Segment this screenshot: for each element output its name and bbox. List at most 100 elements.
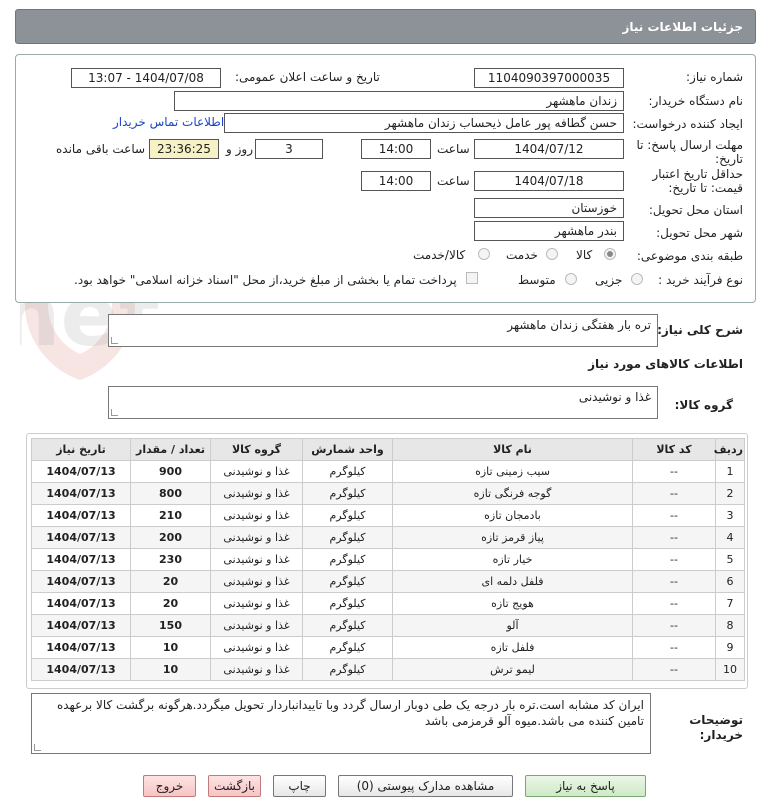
- row-number-cell: 7: [715, 592, 745, 615]
- unit-cell: کیلوگرم: [302, 614, 393, 637]
- table-row[interactable]: 6 -- فلفل دلمه ای کیلوگرم غذا و نوشیدنی 20 140…: [31, 570, 745, 593]
- table-row[interactable]: 10 -- لیمو ترش کیلوگرم غذا و نوشیدنی 10 1404/0…: [31, 658, 745, 681]
- reply-deadline-label: مهلت ارسال پاسخ: تا تاریخ:: [636, 138, 743, 166]
- category-radio-service[interactable]: [546, 248, 558, 260]
- price-validity-time-label: ساعت: [437, 174, 470, 188]
- description-textarea[interactable]: تره بار هفتگی زندان ماهشهر: [108, 314, 658, 347]
- category-radio-goods-service[interactable]: [478, 248, 490, 260]
- items-table: ردیف کد کالا نام کالا واحد شمارش گروه کا…: [31, 438, 745, 681]
- buyer-org-field[interactable]: زندان ماهشهر: [174, 91, 624, 111]
- table-row[interactable]: 2 -- گوجه فرنگی تازه کیلوگرم غذا و نوشیدنی 80…: [31, 482, 745, 505]
- treasury-payment-note: پرداخت تمام یا بخشی از مبلغ خرید،از محل …: [74, 273, 457, 287]
- group-cell: غذا و نوشیدنی: [210, 570, 303, 593]
- col-header-code[interactable]: کد کالا: [632, 438, 716, 461]
- item-code-cell: --: [632, 526, 716, 549]
- goods-group-textarea[interactable]: غذا و نوشیدنی: [108, 386, 658, 419]
- item-name-cell: خیار تازه: [392, 548, 633, 571]
- row-number-cell: 3: [715, 504, 745, 527]
- province-field[interactable]: خوزستان: [474, 198, 624, 218]
- item-name-cell: آلو: [392, 614, 633, 637]
- category-radio-goods[interactable]: [604, 248, 616, 260]
- col-header-date[interactable]: تاریخ نیاز: [31, 438, 131, 461]
- row-number-cell: 4: [715, 526, 745, 549]
- category-option-service: خدمت: [506, 248, 538, 262]
- reply-deadline-time[interactable]: 14:00: [361, 139, 431, 159]
- quantity-cell: 900: [130, 460, 211, 483]
- col-header-quantity[interactable]: تعداد / مقدار: [130, 438, 211, 461]
- table-row[interactable]: 3 -- بادمجان تازه کیلوگرم غذا و نوشیدنی 210 14…: [31, 504, 745, 527]
- quantity-cell: 800: [130, 482, 211, 505]
- need-date-cell: 1404/07/13: [31, 570, 131, 593]
- back-button[interactable]: بازگشت: [208, 775, 261, 797]
- need-number-field[interactable]: 1104090397000035: [474, 68, 624, 88]
- table-row[interactable]: 8 -- آلو کیلوگرم غذا و نوشیدنی 150 1404/07/13: [31, 614, 745, 637]
- process-radio-medium[interactable]: [565, 273, 577, 285]
- row-number-cell: 8: [715, 614, 745, 637]
- reply-days-field[interactable]: 3: [255, 139, 323, 159]
- item-code-cell: --: [632, 460, 716, 483]
- resize-handle-icon[interactable]: [111, 337, 118, 344]
- unit-cell: کیلوگرم: [302, 460, 393, 483]
- buyer-notes-textarea[interactable]: ایران کد مشابه است.تره بار درجه یک طی دو…: [31, 693, 651, 754]
- exit-button[interactable]: خروج: [143, 775, 196, 797]
- col-header-unit[interactable]: واحد شمارش: [302, 438, 393, 461]
- reply-deadline-date[interactable]: 1404/07/12: [474, 139, 624, 159]
- resize-handle-icon[interactable]: [111, 409, 118, 416]
- table-row[interactable]: 7 -- هویج تازه کیلوگرم غذا و نوشیدنی 20 1404/0…: [31, 592, 745, 615]
- province-label: استان محل تحویل:: [648, 203, 743, 217]
- process-radio-minor[interactable]: [631, 273, 643, 285]
- table-row[interactable]: 5 -- خیار تازه کیلوگرم غذا و نوشیدنی 230 1404/…: [31, 548, 745, 571]
- item-name-cell: فلفل دلمه ای: [392, 570, 633, 593]
- goods-section-title: اطلاعات کالاهای مورد نیاز: [588, 357, 743, 371]
- unit-cell: کیلوگرم: [302, 570, 393, 593]
- group-cell: غذا و نوشیدنی: [210, 526, 303, 549]
- need-date-cell: 1404/07/13: [31, 636, 131, 659]
- row-number-cell: 6: [715, 570, 745, 593]
- item-code-cell: --: [632, 592, 716, 615]
- col-header-name[interactable]: نام کالا: [392, 438, 633, 461]
- city-label: شهر محل تحویل:: [656, 226, 743, 240]
- need-date-cell: 1404/07/13: [31, 504, 131, 527]
- row-number-cell: 2: [715, 482, 745, 505]
- quantity-cell: 150: [130, 614, 211, 637]
- unit-cell: کیلوگرم: [302, 482, 393, 505]
- treasury-payment-checkbox[interactable]: [466, 272, 478, 284]
- need-date-cell: 1404/07/13: [31, 658, 131, 681]
- item-code-cell: --: [632, 658, 716, 681]
- table-row[interactable]: 9 -- فلفل تازه کیلوگرم غذا و نوشیدنی 10 1404/0…: [31, 636, 745, 659]
- resize-handle-icon[interactable]: [34, 744, 41, 751]
- price-validity-date[interactable]: 1404/07/18: [474, 171, 624, 191]
- buyer-contact-link[interactable]: اطلاعات تماس خریدار: [113, 115, 224, 129]
- quantity-cell: 200: [130, 526, 211, 549]
- item-name-cell: پیاز قرمز تازه: [392, 526, 633, 549]
- need-date-cell: 1404/07/13: [31, 460, 131, 483]
- item-code-cell: --: [632, 614, 716, 637]
- price-validity-time[interactable]: 14:00: [361, 171, 431, 191]
- item-name-cell: بادمجان تازه: [392, 504, 633, 527]
- group-cell: غذا و نوشیدنی: [210, 592, 303, 615]
- col-header-group[interactable]: گروه کالا: [210, 438, 303, 461]
- goods-group-label: گروه کالا:: [674, 398, 733, 412]
- group-cell: غذا و نوشیدنی: [210, 482, 303, 505]
- quantity-cell: 230: [130, 548, 211, 571]
- table-header-row: ردیف کد کالا نام کالا واحد شمارش گروه کا…: [31, 438, 745, 461]
- announce-datetime-label: تاریخ و ساعت اعلان عمومی:: [235, 70, 380, 84]
- need-date-cell: 1404/07/13: [31, 482, 131, 505]
- table-row[interactable]: 4 -- پیاز قرمز تازه کیلوگرم غذا و نوشیدنی 200…: [31, 526, 745, 549]
- unit-cell: کیلوگرم: [302, 592, 393, 615]
- page-header: جزئیات اطلاعات نیاز: [15, 9, 756, 44]
- remaining-time-label: ساعت باقی مانده: [56, 142, 146, 156]
- group-cell: غذا و نوشیدنی: [210, 614, 303, 637]
- buyer-org-label: نام دستگاه خریدار:: [648, 94, 744, 108]
- col-header-row[interactable]: ردیف: [714, 438, 745, 461]
- city-field[interactable]: بندر ماهشهر: [474, 221, 624, 241]
- buyer-notes-text: ایران کد مشابه است.تره بار درجه یک طی دو…: [56, 698, 644, 728]
- unit-cell: کیلوگرم: [302, 636, 393, 659]
- requester-field[interactable]: حسن گطافه پور عامل ذیحساب زندان ماهشهر: [224, 113, 624, 133]
- view-attachments-button[interactable]: مشاهده مدارک پیوستی (0): [338, 775, 513, 797]
- print-button[interactable]: چاپ: [273, 775, 326, 797]
- reply-button[interactable]: پاسخ به نیاز: [525, 775, 646, 797]
- announce-datetime-field[interactable]: 1404/07/08 - 13:07: [71, 68, 221, 88]
- table-row[interactable]: 1 -- سیب زمینی تازه کیلوگرم غذا و نوشیدنی 900…: [31, 460, 745, 483]
- process-option-minor: جزیی: [595, 273, 623, 287]
